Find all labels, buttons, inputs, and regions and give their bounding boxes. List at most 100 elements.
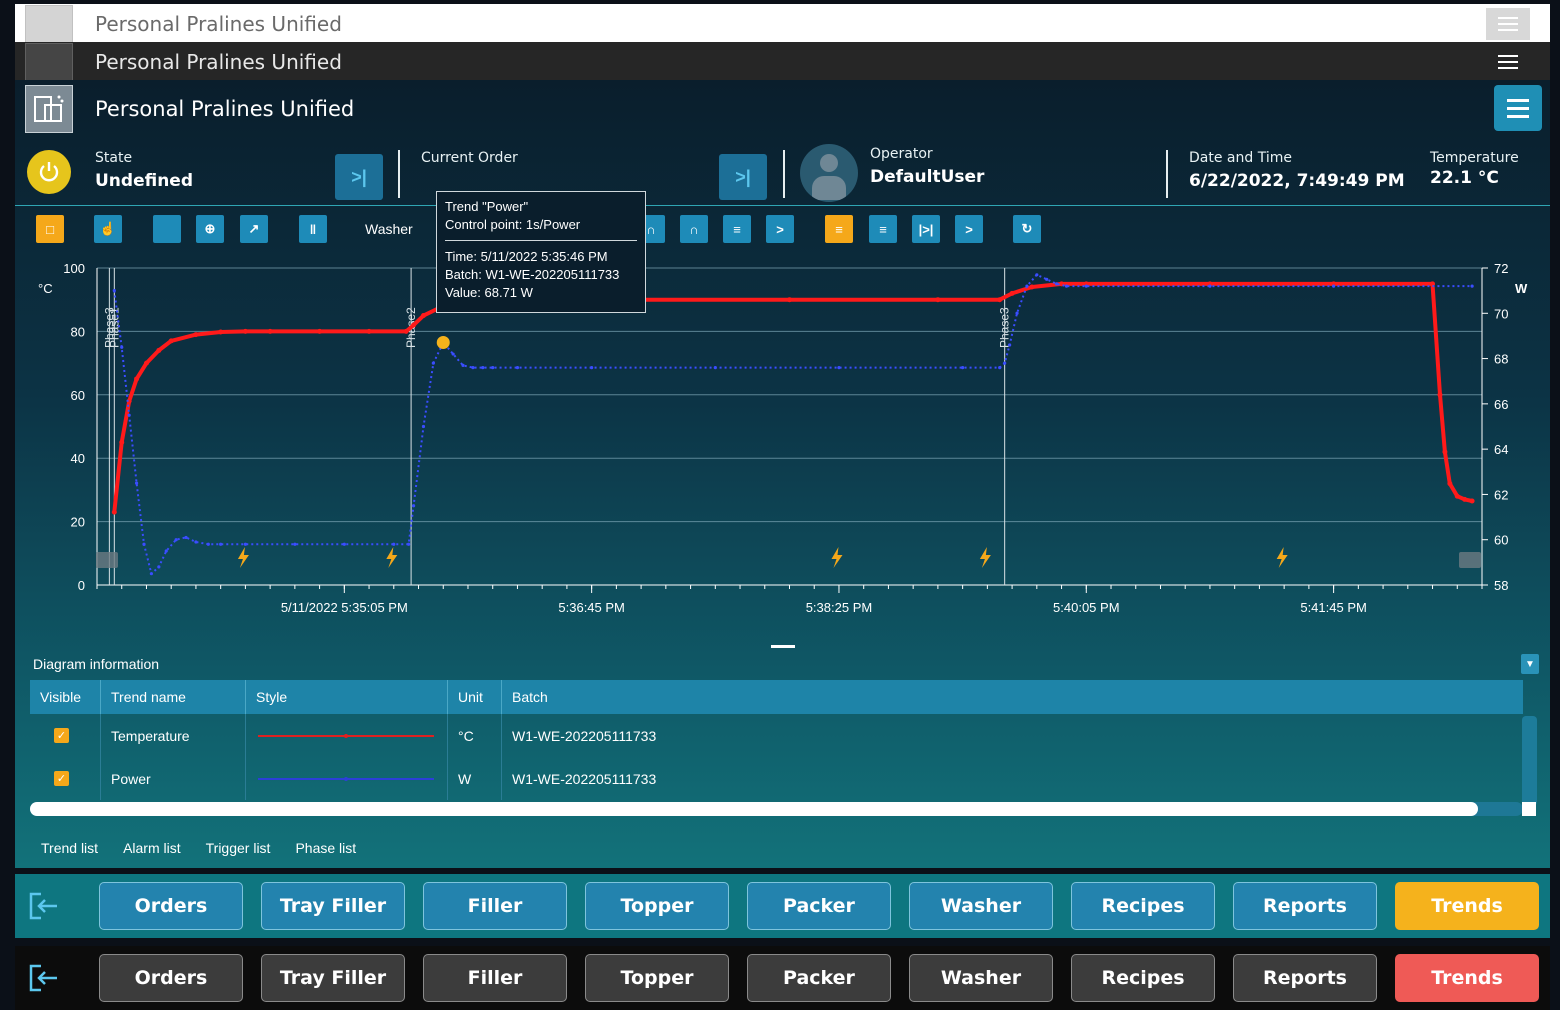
alarm-lightning-icon	[237, 547, 249, 568]
data-point	[157, 565, 161, 569]
blank-button[interactable]	[153, 215, 181, 243]
alarm-lightning-icon	[979, 547, 991, 568]
trend-table: Visible Trend name Style Unit Batch ✓ Te…	[30, 680, 1523, 800]
hamburger-menu-button[interactable]	[1494, 85, 1542, 131]
trend-chart[interactable]: 0 20 40 60 80 100 58 60 62 64 66 68 70 72 °C W 5/11/2022…	[15, 250, 1550, 640]
visible-checkbox[interactable]: ✓	[54, 771, 69, 786]
nav-filler-button[interactable]: Filler	[423, 882, 567, 930]
refresh-icon[interactable]: ↻	[1013, 215, 1041, 243]
nav-packer-button[interactable]: Packer	[747, 882, 891, 930]
skip-icon[interactable]: |>|	[912, 215, 940, 243]
table-row[interactable]: ✓ Temperature °C W1-WE-202205111733	[30, 714, 1523, 757]
hamburger-icon	[1486, 8, 1530, 40]
nav-reports-button[interactable]: Reports	[1233, 954, 1377, 1002]
splitter-handle[interactable]	[771, 645, 795, 648]
data-point	[1437, 392, 1443, 398]
ruler-icon[interactable]: ‖	[299, 215, 327, 243]
app-root: Personal Pralines Unified Personal Prali…	[0, 0, 1560, 1010]
nav-reports-button[interactable]: Reports	[1233, 882, 1377, 930]
data-point	[411, 322, 417, 328]
y-left-tick-label: 0	[78, 578, 85, 593]
nav-tray-filler-button[interactable]: Tray Filler	[261, 882, 405, 930]
style-swatch	[258, 776, 434, 781]
data-point	[342, 542, 346, 546]
state-value: Undefined	[95, 171, 194, 191]
data-point	[112, 289, 116, 293]
phase-marker-label: Phase3	[102, 307, 116, 348]
nav-recipes-button[interactable]: Recipes	[1071, 954, 1215, 1002]
table-row[interactable]: ✓ Power W W1-WE-202205111733	[30, 757, 1523, 800]
data-point	[219, 542, 223, 546]
nav-tray-filler-button[interactable]: Tray Filler	[261, 954, 405, 1002]
data-point	[1332, 284, 1336, 288]
nav-orders-button[interactable]: Orders	[99, 882, 243, 930]
nav-washer-button[interactable]: Washer	[909, 954, 1053, 1002]
logout-icon[interactable]	[15, 963, 73, 993]
y-right-tick-label: 68	[1494, 352, 1508, 367]
data-point	[366, 328, 372, 334]
nav-orders-button[interactable]: Orders	[99, 954, 243, 1002]
y-right-tick-label: 58	[1494, 578, 1508, 593]
camera-icon	[96, 552, 118, 568]
unit-cell: W	[447, 757, 501, 800]
nav-washer-button[interactable]: Washer	[909, 882, 1053, 930]
tab-phase-list[interactable]: Phase list	[295, 840, 356, 856]
highlighted-data-point	[436, 335, 450, 349]
collapse-chevron-icon[interactable]: ▼	[1521, 654, 1539, 674]
columns-icon[interactable]: ∩	[680, 215, 708, 243]
nav-topper-button[interactable]: Topper	[585, 882, 729, 930]
align-left-icon[interactable]: ≡	[869, 215, 897, 243]
nav-packer-button[interactable]: Packer	[747, 954, 891, 1002]
nav-recipes-button[interactable]: Recipes	[1071, 882, 1215, 930]
trend-toolbar: □ ☝ ⊕ ↗ ‖ Washer ▾ ⤓ ▾ ∩ ∩ ≡ > ≡ ≡ |>| >…	[15, 206, 1550, 250]
nav-topper-button[interactable]: Topper	[585, 954, 729, 1002]
data-point	[317, 328, 323, 334]
nav-filler-button[interactable]: Filler	[423, 954, 567, 1002]
operator-block: Operator DefaultUser	[870, 146, 984, 187]
expand-icon[interactable]: ↗	[240, 215, 268, 243]
x-tick-label: 5:41:45 PM	[1300, 600, 1367, 615]
data-point	[1447, 481, 1453, 487]
data-point	[1469, 498, 1475, 504]
main-panel: Personal Pralines Unified State Undefine…	[15, 80, 1550, 868]
data-point	[961, 366, 965, 370]
nav-trends-button[interactable]: Trends	[1395, 882, 1539, 930]
nav-trends-button[interactable]: Trends	[1395, 954, 1539, 1002]
logout-icon[interactable]	[15, 891, 73, 921]
visible-checkbox[interactable]: ✓	[54, 728, 69, 743]
vertical-scrollbar[interactable]	[1522, 716, 1537, 806]
y-right-tick-label: 72	[1494, 261, 1508, 276]
diagram-info-title: Diagram information	[33, 656, 160, 672]
header: Personal Pralines Unified	[15, 80, 1550, 138]
state-skip-button[interactable]: >|	[335, 154, 383, 200]
tooltip-title: Trend "Power"	[445, 199, 529, 214]
alarm-lightning-icon	[831, 547, 843, 568]
order-skip-button[interactable]: >|	[719, 154, 767, 200]
data-point	[267, 328, 273, 334]
data-point	[293, 542, 297, 546]
bottom-tabs: Trend list Alarm list Trigger list Phase…	[41, 840, 356, 856]
x-tick-label: 5:38:25 PM	[806, 600, 873, 615]
tab-alarm-list[interactable]: Alarm list	[123, 840, 181, 856]
touch-icon[interactable]: ☝	[94, 215, 122, 243]
scrollbar-corner	[1522, 802, 1536, 816]
align-left-icon[interactable]: ≡	[825, 215, 853, 243]
zoom-icon[interactable]: ⊕	[196, 215, 224, 243]
chevron-right-icon[interactable]: >	[955, 215, 983, 243]
data-point	[471, 366, 475, 370]
y-left-unit-label: °C	[38, 281, 53, 296]
trend-source-label: Washer	[365, 221, 413, 237]
y-left-tick-label: 20	[71, 515, 85, 530]
x-tick-label: 5:40:05 PM	[1053, 600, 1120, 615]
chevron-right-icon[interactable]: >	[766, 215, 794, 243]
order-label: Current Order	[421, 150, 518, 166]
datetime-block: Date and Time 6/22/2022, 7:49:49 PM	[1189, 150, 1405, 191]
tab-trend-list[interactable]: Trend list	[41, 840, 98, 856]
tab-trigger-list[interactable]: Trigger list	[206, 840, 271, 856]
comment-icon[interactable]: □	[36, 215, 64, 243]
horizontal-scrollbar-thumb[interactable]	[30, 802, 1478, 816]
alarm-lightning-icon	[1276, 547, 1288, 568]
data-point	[590, 366, 594, 370]
filter-icon[interactable]: ≡	[723, 215, 751, 243]
tooltip-batch: Batch: W1-WE-202205111733	[445, 267, 620, 282]
